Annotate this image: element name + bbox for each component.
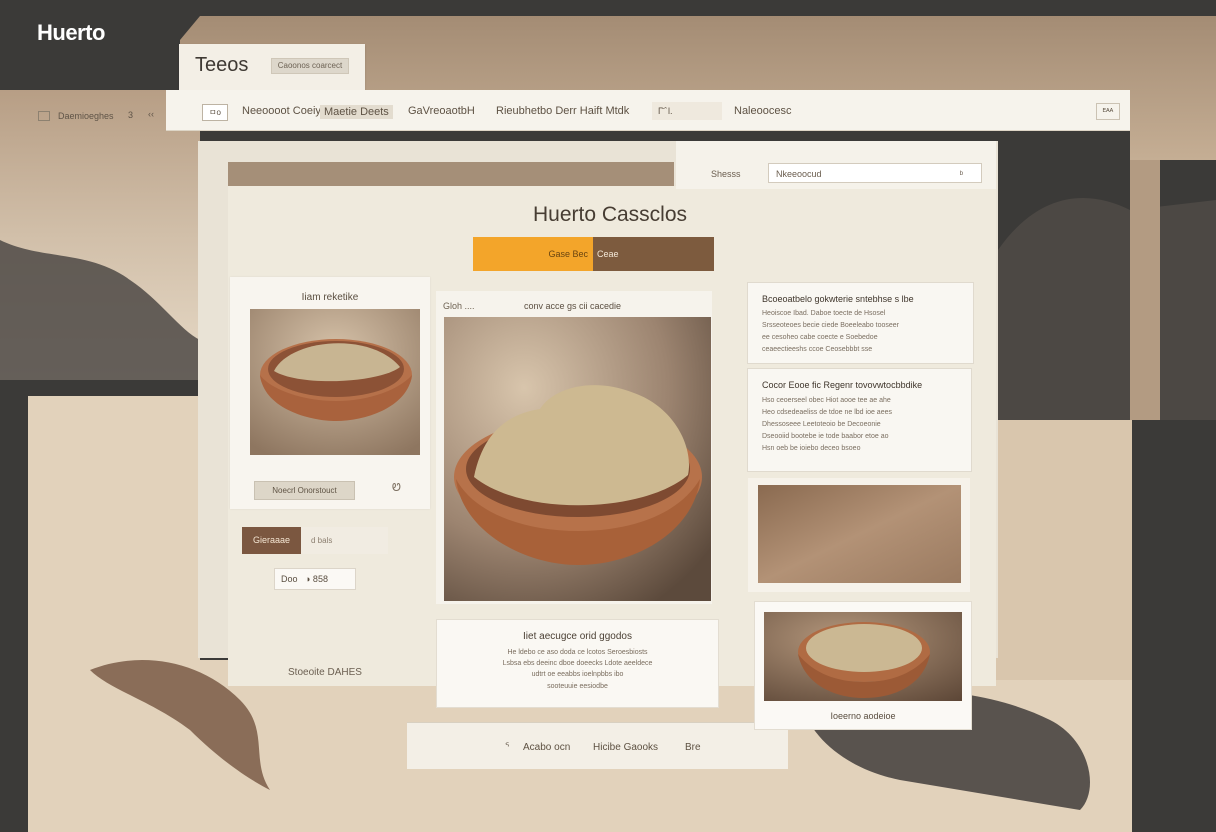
info-line: Dseooiid bootebe ie tode baabor etoe ao (762, 433, 889, 440)
search-placeholder: Nkeeoocud (776, 169, 822, 179)
product-thumbnail-card[interactable]: Ioeerno aodeioe (754, 601, 972, 730)
info-line: Hsn oeb be ioiebo deceo bsoeo (762, 445, 861, 452)
bowl-hero-image (444, 317, 711, 601)
quantity-label: Doo (281, 574, 298, 584)
info-line: ee cesoheo cabe coecte e Soebedoe (762, 334, 878, 341)
nav-item-right[interactable]: Naleoocesc (734, 105, 791, 117)
chevron-left-icon[interactable]: ‹‹ (148, 109, 154, 119)
quantity-value: ◑ 858 (305, 574, 328, 584)
nav-item-4[interactable]: Rieubhetbo Derr Haift Mtdk (496, 105, 629, 117)
description-line: udtrt oe eeabbs ioelnpbbs ibo (531, 671, 624, 678)
search-panel: Shesss Nkeeoocud ᵇ (676, 141, 996, 189)
tab-primary[interactable]: Gieraaae (242, 527, 301, 554)
nav-item-2[interactable]: Maetie Deets (320, 105, 393, 119)
top-navigation: ㅁo Neeoooot Coeiy Maetie Deets GaVreoaot… (166, 90, 1130, 131)
header-band (228, 162, 674, 186)
product-card-center[interactable]: Gloh .... conv acce gs cii cacedie (436, 291, 712, 604)
nav-search-input[interactable]: Γ̄ ̂ l. (652, 102, 722, 120)
quantity-stepper[interactable]: Doo ◑ 858 (274, 568, 356, 590)
center-card-meta: Gloh .... (443, 301, 475, 311)
bowl-image (250, 309, 420, 455)
page-title: Huerto Cassclos (532, 203, 688, 226)
description-heading: Iiet aecugce orid ggodos (523, 631, 632, 642)
home-button[interactable]: ㅁo (202, 104, 228, 121)
description-card: Iiet aecugce orid ggodos He ldebo ce aso… (436, 619, 719, 708)
left-toolbar-label[interactable]: Daemioeghes (58, 111, 114, 121)
texture-swatch-card[interactable] (748, 478, 970, 592)
search-input[interactable]: Nkeeoocud ᵇ (768, 163, 982, 183)
menu-icon[interactable] (38, 111, 50, 121)
window-title-tab[interactable]: Teeos Caoonos coarcect (179, 44, 365, 92)
info-line: Heo cdsedeaeliss de tdoe ne lbd ioe aees (762, 409, 892, 416)
bottom-link-3[interactable]: Bre (685, 742, 701, 753)
product-card-left[interactable]: Iiam reketike Noecrl Onorstouct Ꮼ (230, 277, 430, 509)
bowl-thumbnail-image (764, 612, 962, 701)
info-card-heading: Bcoeoatbelo gokwterie sntebhse s lbe (762, 294, 914, 304)
nav-options-button[interactable]: ᴱᴬᴬ (1096, 103, 1120, 120)
texture-swatch-image (758, 485, 961, 583)
bottom-link-2[interactable]: Hicibe Gaooks (593, 742, 658, 753)
info-card-1: Bcoeoatbelo gokwterie sntebhse s lbe Heo… (747, 282, 974, 364)
left-toolbar-count: 3 (128, 110, 134, 120)
bottom-link-1[interactable]: Acabo ocn (523, 742, 570, 753)
description-line: He ldebo ce aso doda ce lcotos Seroesbio… (507, 649, 648, 656)
left-footer-label: Stoeoite DAHES (288, 667, 362, 678)
center-card-caption: conv acce gs cii cacedie (524, 301, 622, 311)
left-toolbar: Daemioeghes 3 ‹‹ (30, 100, 164, 130)
nav-item-1[interactable]: Neeoooot Coeiy (242, 105, 321, 117)
description-line: sooteuuie eesiodbe (547, 683, 608, 690)
primary-action-button[interactable]: Gase Bec (473, 237, 593, 271)
info-line: Hso ceoerseel obec Hiot aooe tee ae ahe (762, 397, 891, 404)
split-button: Gase Bec Ceae (473, 237, 714, 271)
info-line: Srsseoteoes becie ciede Boeeleabo toosee… (762, 322, 899, 329)
secondary-action-button[interactable]: Ceae (593, 237, 714, 271)
tab-secondary[interactable]: d bals (301, 527, 388, 554)
info-line: Heoiscoe Ibad. Daboe toecte de Hsosel (762, 310, 886, 317)
info-card-heading: Cocor Eooe fic Regenr tovovwtocbbdike (762, 380, 923, 390)
option-tabs: Gieraaae d bals (242, 527, 388, 554)
description-line: Lsbsa ebs deeinc dboe doeecks Ldote aeel… (502, 660, 653, 667)
info-card-2: Cocor Eooe fic Regenr tovovwtocbbdike Hs… (747, 368, 972, 472)
nav-item-3[interactable]: GaVreoaotbH (408, 105, 475, 117)
title-chip[interactable]: Caoonos coarcect (271, 58, 349, 74)
info-line: ceaeectieeshs ccoe Ceosebbbt sse (762, 346, 873, 353)
bottom-icon[interactable]: ᕐ (505, 742, 509, 753)
thumbnail-caption: Ioeerno aodeioe (830, 711, 896, 721)
search-label: Shesss (711, 169, 741, 179)
bottom-actions: ᕐ Acabo ocn Hicibe Gaooks Bre (407, 722, 788, 769)
product-tag-button[interactable]: Noecrl Onorstouct (254, 481, 355, 500)
pin-icon[interactable]: Ꮼ (392, 482, 401, 495)
info-line: Dhessoseee Leetoteoio be Decoeonie (762, 421, 881, 428)
brand-logo: Huerto (37, 20, 105, 45)
product-card-heading: Iiam reketike (301, 292, 359, 303)
search-icon[interactable]: ᵇ (960, 164, 963, 184)
window-title: Teeos (195, 54, 249, 76)
